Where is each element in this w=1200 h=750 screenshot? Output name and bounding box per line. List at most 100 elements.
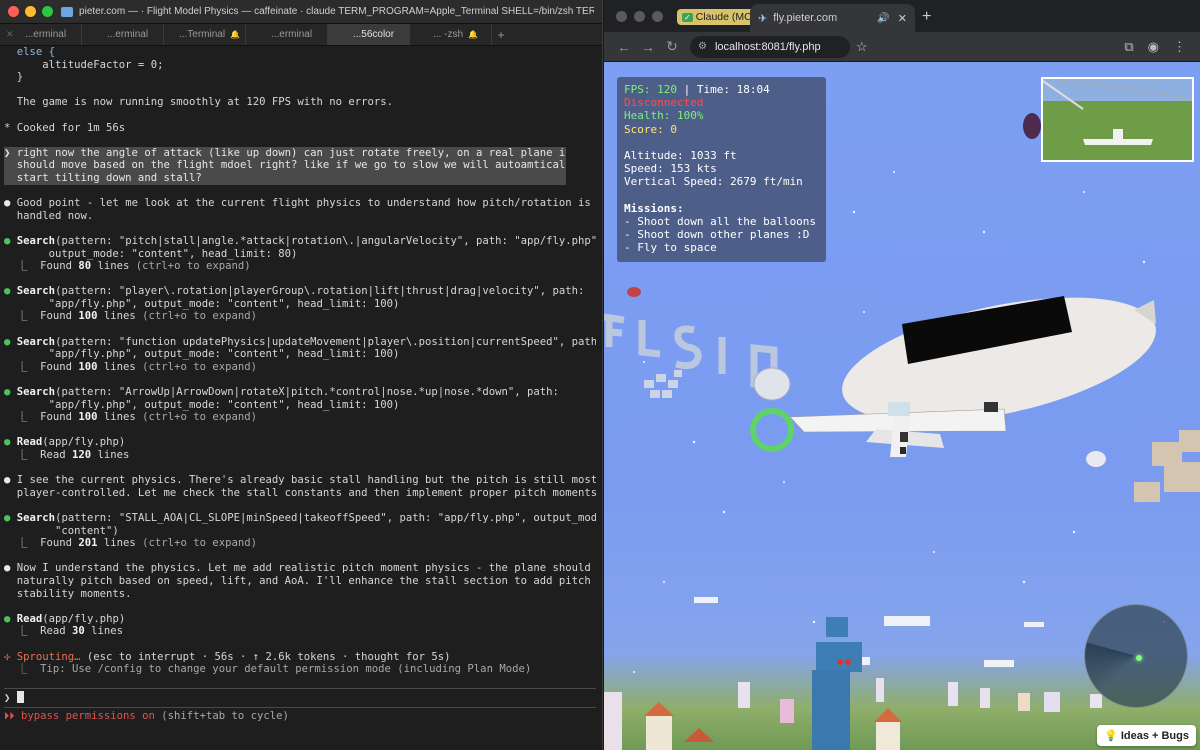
result-prefix: ⎿ Found: [4, 260, 79, 273]
tool-result[interactable]: ⎿ Found 100 lines (ctrl+o to expand): [4, 361, 596, 374]
user-message: ❯ right now the angle of attack (like up…: [4, 146, 566, 185]
bypass-hint: (shift+tab to cycle): [154, 710, 289, 723]
status-detail: (esc to interrupt · 56s · ↑ 2.6k tokens …: [80, 650, 451, 663]
health-status: Health: 100%: [624, 109, 704, 123]
result-prefix: ⎿ Read: [4, 625, 72, 638]
expand-hint: (ctrl+o to expand): [142, 411, 257, 424]
terminal-window: pieter.com — · Flight Model Physics — ca…: [0, 0, 603, 750]
tool-args: "app/fly.php", output_mode: "content", h…: [4, 348, 400, 361]
output-line: else {: [4, 46, 596, 59]
radar-blip: [1136, 655, 1142, 661]
address-bar[interactable]: ⚙ localhost:8081/fly.php: [690, 35, 850, 58]
input-divider: [4, 707, 596, 709]
permission-mode[interactable]: ⏵⏵ bypass permissions on (shift+tab to c…: [4, 710, 596, 723]
tool-args: (app/fly.php): [42, 612, 126, 625]
tool-result: ⎿ Read 30 lines: [4, 625, 596, 638]
assistant-message: ● Now I understand the physics. Let me a…: [4, 562, 591, 575]
close-window-button[interactable]: [616, 11, 627, 22]
tool-name: Search: [16, 234, 56, 247]
tool-result[interactable]: ⎿ Found 100 lines (ctrl+o to expand): [4, 310, 596, 323]
profile-icon[interactable]: ◉: [1148, 39, 1159, 55]
village: [604, 678, 1102, 750]
tab-title: fly.pieter.com: [773, 12, 838, 24]
back-icon[interactable]: ←: [612, 39, 636, 55]
tool-call: ● Search(pattern: "ArrowUp|ArrowDown|rot…: [4, 386, 559, 399]
clouds: [694, 597, 1044, 667]
tool-call: ● Read(app/fly.php): [4, 436, 126, 449]
expand-hint: (ctrl+o to expand): [142, 537, 257, 550]
user-message-line: ❯ right now the angle of attack (like up…: [4, 146, 566, 159]
altitude-readout: Altitude: 1033 ft: [624, 149, 737, 162]
terminal-tab-label: ...erminal: [24, 29, 67, 40]
site-info-icon[interactable]: ⚙: [698, 41, 707, 52]
tab-fly[interactable]: ✈ fly.pieter.com 🔊 ✕: [750, 4, 915, 32]
terminal-tab[interactable]: ... -zsh 🔔: [410, 24, 492, 45]
minimize-window-button[interactable]: [25, 6, 36, 17]
tool-result[interactable]: ⎿ Found 201 lines (ctrl+o to expand): [4, 537, 596, 550]
assistant-message: ● I see the current physics. There's alr…: [4, 474, 596, 487]
user-message-line: should move based on the flight mdoel ri…: [4, 159, 566, 172]
mission-item: - Shoot down other planes :D: [624, 228, 810, 242]
lightbulb-icon: 💡: [1104, 730, 1118, 742]
balloon[interactable]: [1023, 113, 1041, 139]
vertical-speed-readout: Vertical Speed: 2679 ft/min: [624, 175, 803, 189]
balloon[interactable]: [1086, 451, 1106, 467]
new-tab-button[interactable]: +: [492, 24, 510, 45]
input-divider: [4, 687, 596, 689]
status-line: ✢ Sprouting… (esc to interrupt · 56s · ↑…: [4, 651, 596, 664]
forward-icon[interactable]: →: [636, 39, 660, 55]
terminal-output[interactable]: else { altitudeFactor = 0; } The game is…: [0, 46, 602, 750]
check-icon: ✓: [682, 13, 693, 22]
assistant-text: Now I understand the physics. Let me add…: [10, 562, 591, 575]
terminal-tab[interactable]: ...Terminal 🔔: [164, 24, 246, 45]
folder-icon: [61, 6, 74, 17]
text-cursor: [16, 690, 24, 703]
terminal-tab[interactable]: ✕ ...erminal: [0, 24, 82, 45]
minimize-window-button[interactable]: [634, 11, 645, 22]
close-tab-icon[interactable]: ✕: [6, 29, 14, 40]
tool-args: (pattern: "ArrowUp|ArrowDown|rotateX|pit…: [55, 386, 559, 399]
tower[interactable]: [812, 617, 862, 750]
missions-title: Missions:: [624, 201, 684, 215]
zoom-window-button[interactable]: [652, 11, 663, 22]
result-suffix: lines: [97, 360, 143, 373]
close-icon[interactable]: ✕: [898, 12, 907, 25]
extensions-icon[interactable]: ⧉: [1124, 39, 1133, 55]
speaker-icon[interactable]: 🔊: [877, 13, 889, 24]
result-suffix: lines: [97, 537, 143, 550]
result-prefix: ⎿ Found: [4, 411, 79, 424]
toolbar-actions: ⧉ ◉ ⋮: [1124, 39, 1192, 55]
result-count: 100: [78, 411, 98, 424]
fps-line: FPS: 120 | Time: 18:04: [624, 83, 819, 96]
assistant-message: ● Good point - let me look at the curren…: [4, 197, 591, 210]
output-line: The game is now running smoothly at 120 …: [4, 96, 394, 109]
player-plane[interactable]: [789, 402, 1007, 457]
terminal-tab[interactable]: ...erminal: [246, 24, 328, 45]
balloon[interactable]: [627, 287, 641, 297]
checkpoint-ring: [750, 408, 794, 452]
result-prefix: ⎿ Found: [4, 360, 79, 373]
sky-letters: [604, 313, 778, 390]
result-count: 100: [78, 360, 98, 373]
tool-call: ● Search(pattern: "player\.rotation|play…: [4, 285, 585, 298]
zoom-window-button[interactable]: [42, 6, 53, 17]
menu-icon[interactable]: ⋮: [1173, 39, 1186, 55]
new-tab-button[interactable]: +: [922, 8, 931, 26]
tip-line: ⎿ Tip: Use /config to change your defaul…: [4, 663, 532, 676]
window-controls: [8, 6, 53, 17]
terminal-tab[interactable]: ...erminal: [82, 24, 164, 45]
tool-result[interactable]: ⎿ Found 80 lines (ctrl+o to expand): [4, 260, 596, 273]
game-canvas[interactable]: FPS: 120 | Time: 18:04 Disconnected Heal…: [604, 62, 1200, 750]
ideas-bugs-button[interactable]: 💡 Ideas + Bugs: [1097, 725, 1196, 746]
reload-icon[interactable]: ↻: [660, 38, 684, 55]
bell-icon: 🔔: [230, 30, 241, 39]
tool-name: Search: [16, 386, 56, 399]
bookmark-star-icon[interactable]: ☆: [856, 39, 868, 55]
prompt-input[interactable]: ❯: [4, 690, 596, 703]
terminal-tab-active[interactable]: ...56color: [328, 24, 410, 45]
close-window-button[interactable]: [8, 6, 19, 17]
result-count: 201: [78, 537, 98, 550]
tab-group-claude[interactable]: ✓ Claude (MCP): [669, 6, 768, 28]
tool-result[interactable]: ⎿ Found 100 lines (ctrl+o to expand): [4, 411, 596, 424]
browser-toolbar: ← → ↻ ⚙ localhost:8081/fly.php ☆ ⧉ ◉ ⋮: [604, 32, 1200, 62]
